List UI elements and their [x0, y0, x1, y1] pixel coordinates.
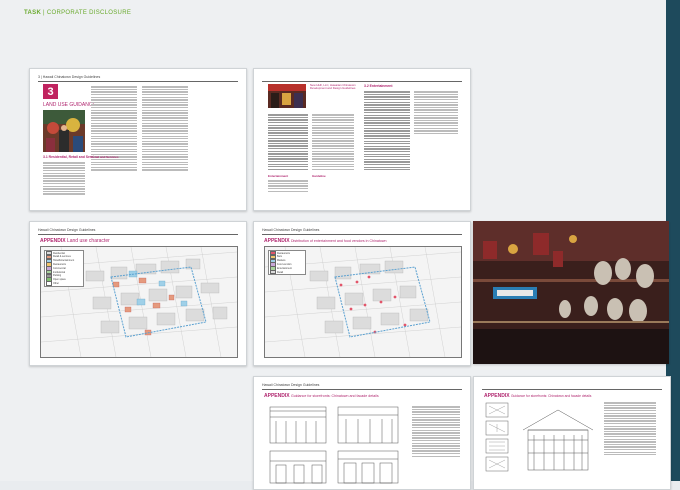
header-title-part1: TASK — [24, 10, 42, 16]
appendix-label: APPENDIX — [264, 238, 290, 244]
chapter-number-badge: 3 — [43, 84, 58, 99]
head-rule — [262, 389, 462, 390]
text-column-4 — [414, 90, 458, 135]
appendix-title: Guidance for storefronts: Chinatown and … — [510, 394, 592, 398]
text-column-1 — [43, 161, 85, 196]
appendix-label: APPENDIX — [40, 238, 66, 244]
text-column-1b — [268, 179, 308, 193]
notes-column — [412, 405, 460, 458]
page-appendix-facade-details[interactable]: APPENDIX Guidance for storefronts: China… — [473, 376, 671, 490]
text-column-3 — [142, 85, 188, 172]
subheading-a: Entertainment — [268, 174, 289, 178]
legend-item: Retail — [270, 269, 304, 275]
page-storefront-photo[interactable] — [473, 221, 669, 364]
running-head: 3 | Hawaii Chinatown Design Guidelines — [38, 75, 101, 79]
chapter-title: LAND USE GUIDANCE — [43, 102, 96, 108]
head-rule — [262, 81, 462, 82]
facade-sketch — [522, 409, 594, 471]
head-rule — [262, 234, 462, 235]
page-entertainment[interactable]: New HHF, LLC, Hawaiian Chinatown Develop… — [253, 68, 471, 211]
text-column-3 — [364, 90, 410, 172]
document-viewer: TASK | CORPORATE DISCLOSURE 3 | Hawaii C… — [0, 0, 680, 490]
header-title-part2: CORPORATE DISCLOSURE — [46, 10, 132, 16]
street-photo — [43, 110, 85, 152]
appendix-title: Distribution of entertainment and food v… — [290, 239, 387, 243]
running-head: Hawaii Chinatown Design Guidelines — [262, 383, 320, 387]
appendix-heading: APPENDIX Land use character — [40, 238, 110, 244]
running-head: Hawaii Chinatown Design Guidelines — [262, 228, 320, 232]
appendix-title: Guidance for storefronts: Chinatown and … — [290, 394, 379, 398]
page-appendix-entertainment-map[interactable]: Hawaii Chinatown Design Guidelines APPEN… — [253, 221, 471, 366]
appendix-title: Land use character — [66, 238, 110, 244]
text-column-2 — [312, 113, 354, 171]
document-header: TASK | CORPORATE DISCLOSURE — [24, 10, 131, 16]
page-land-use-guidance[interactable]: 3 | Hawaii Chinatown Design Guidelines 3… — [29, 68, 247, 211]
page-appendix-storefront-guidance[interactable]: Hawaii Chinatown Design Guidelines APPEN… — [253, 376, 471, 490]
storefront-photo — [268, 84, 306, 108]
running-head: Hawaii Chinatown Design Guidelines — [38, 228, 96, 232]
storefront-drawings — [269, 406, 399, 484]
head-rule — [38, 81, 238, 82]
head-rule — [38, 234, 238, 235]
map-legend: Restaurants Bars Markets Food vendors En… — [268, 250, 306, 276]
detail-swatches — [485, 402, 509, 472]
shop-window-photo — [473, 221, 669, 364]
page-appendix-land-use-map[interactable]: Hawaii Chinatown Design Guidelines APPEN… — [29, 221, 247, 366]
text-column-1 — [268, 113, 308, 171]
notes-column — [604, 401, 656, 457]
appendix-heading: APPENDIX Guidance for storefronts: China… — [264, 393, 379, 399]
map-legend: Residential Retail & services Hotel/Ente… — [44, 250, 84, 287]
appendix-label: APPENDIX — [264, 393, 290, 399]
legend-item: Other — [46, 281, 82, 286]
subheading-b: Guideline — [312, 174, 326, 178]
section-heading: 3.2 Entertainment — [364, 84, 393, 88]
head-rule — [482, 389, 662, 390]
subheading: Retail and Services — [91, 155, 119, 159]
intro-text: New HHF, LLC, Hawaiian Chinatown Develop… — [310, 83, 356, 91]
appendix-heading: APPENDIX Distribution of entertainment a… — [264, 238, 386, 244]
appendix-heading: APPENDIX Guidance for storefronts: China… — [484, 393, 591, 399]
appendix-label: APPENDIX — [484, 393, 510, 399]
chapter-number: 3 — [47, 85, 54, 98]
